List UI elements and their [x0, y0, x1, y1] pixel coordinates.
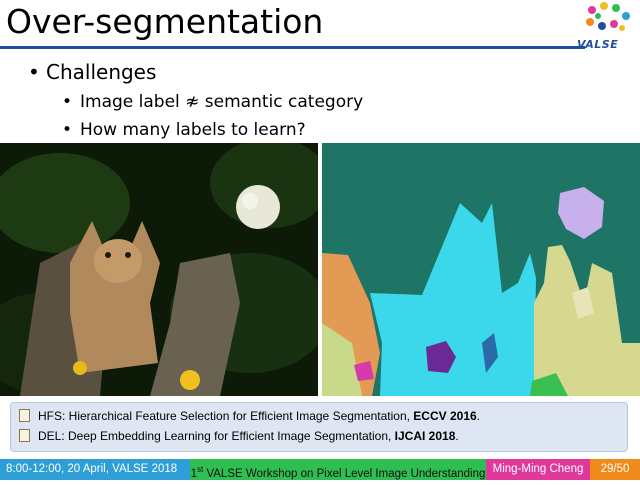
document-icon	[19, 429, 30, 442]
segmentation-result	[322, 143, 640, 396]
footer-speaker: Ming-Ming Cheng	[486, 459, 590, 480]
slide-title: Over-segmentation	[6, 2, 324, 41]
reference-item: HFS: Hierarchical Feature Selection for …	[19, 409, 480, 423]
footer-page-number: 29/50	[590, 459, 640, 480]
slide-header: Over-segmentation	[0, 0, 640, 46]
reference-item: DEL: Deep Embedding Learning for Efficie…	[19, 429, 459, 443]
bullet-level2-item: • How many labels to learn?	[62, 120, 306, 140]
footer-workshop: 1st VALSE Workshop on Pixel Level Image …	[190, 459, 486, 480]
document-icon	[19, 409, 30, 422]
logo-wordmark: VALSE	[577, 38, 619, 51]
bullet-level1: • Challenges	[28, 60, 157, 84]
references-box: HFS: Hierarchical Feature Selection for …	[10, 402, 628, 452]
title-underline	[0, 46, 585, 49]
bullet-level2-item: • Image label ≉ semantic category	[62, 92, 364, 112]
footer-time: 8:00-12:00, 20 April, VALSE 2018	[0, 459, 190, 480]
slide-footer: 8:00-12:00, 20 April, VALSE 2018 1st VAL…	[0, 459, 640, 480]
bobcat-photo	[0, 143, 318, 396]
